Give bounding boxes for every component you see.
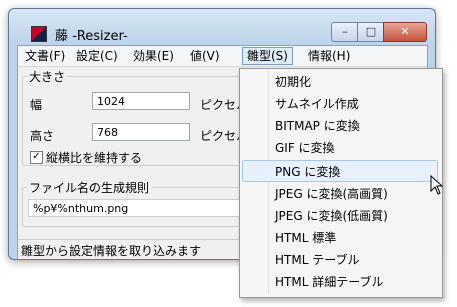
close-button[interactable]: ✕	[383, 22, 427, 42]
title-bar[interactable]: 藤 -Resizer- – □ ✕	[9, 9, 435, 45]
templates-menu: 初期化 サムネイル作成 BITMAP に変換 GIF に変換 PNG に変換 J…	[239, 68, 443, 298]
app-icon[interactable]	[31, 26, 47, 42]
menu-item-label: 初期化	[275, 75, 312, 89]
menu-item-convert-bitmap[interactable]: BITMAP に変換	[242, 115, 438, 137]
filename-group-label: ファイル名の生成規則	[27, 179, 152, 196]
status-text: 雛型から設定情報を取り込みます	[21, 244, 202, 258]
mouse-pointer-icon	[430, 175, 444, 195]
menu-info[interactable]: 情報(H)	[304, 48, 354, 64]
menu-item-html-table[interactable]: HTML テーブル	[242, 249, 438, 271]
menu-item-label: HTML 標準	[275, 231, 337, 245]
height-input[interactable]: 768	[92, 123, 190, 141]
menu-templates[interactable]: 雛型(S)	[242, 47, 293, 65]
menu-item-html-standard[interactable]: HTML 標準	[242, 227, 438, 249]
keep-ratio-checkbox[interactable]: ✓	[30, 151, 43, 164]
height-label: 高さ	[30, 129, 55, 143]
menu-item-convert-png[interactable]: PNG に変換	[242, 160, 438, 182]
menu-item-label: JPEG に変換(高画質)	[275, 187, 388, 201]
menu-item-convert-gif[interactable]: GIF に変換	[242, 137, 438, 159]
filename-pattern-input[interactable]: %p¥%nthum.png	[28, 199, 248, 217]
window-title: 藤 -Resizer-	[55, 29, 128, 44]
menu-item-label: HTML 詳細テーブル	[275, 275, 384, 289]
keep-ratio-label[interactable]: 縦横比を維持する	[46, 149, 142, 166]
menu-bar: 文書(F) 設定(C) 効果(E) 値(V) 雛型(S) 情報(H)	[18, 46, 427, 67]
menu-effects[interactable]: 効果(E)	[129, 48, 178, 64]
width-input[interactable]: 1024	[92, 92, 190, 110]
size-group-label: 大きさ	[27, 68, 68, 85]
menu-item-html-detail-table[interactable]: HTML 詳細テーブル	[242, 271, 438, 293]
menu-document[interactable]: 文書(F)	[21, 48, 69, 64]
minimize-button[interactable]: –	[331, 22, 359, 42]
menu-item-label: HTML テーブル	[275, 253, 360, 267]
menu-item-label: BITMAP に変換	[275, 119, 360, 133]
menu-settings[interactable]: 設定(C)	[72, 48, 122, 64]
menu-item-label: GIF に変換	[275, 141, 335, 155]
menu-item-create-thumbnail[interactable]: サムネイル作成	[242, 93, 438, 115]
menu-item-label: PNG に変換	[275, 165, 341, 179]
maximize-button[interactable]: □	[357, 22, 385, 42]
menu-item-label: JPEG に変換(低画質)	[275, 209, 388, 223]
width-label: 幅	[30, 98, 43, 112]
menu-values[interactable]: 値(V)	[186, 48, 224, 64]
menu-item-initialize[interactable]: 初期化	[242, 71, 438, 93]
menu-item-convert-jpeg-high[interactable]: JPEG に変換(高画質)	[242, 183, 438, 205]
menu-item-convert-jpeg-low[interactable]: JPEG に変換(低画質)	[242, 205, 438, 227]
menu-item-label: サムネイル作成	[275, 97, 359, 111]
